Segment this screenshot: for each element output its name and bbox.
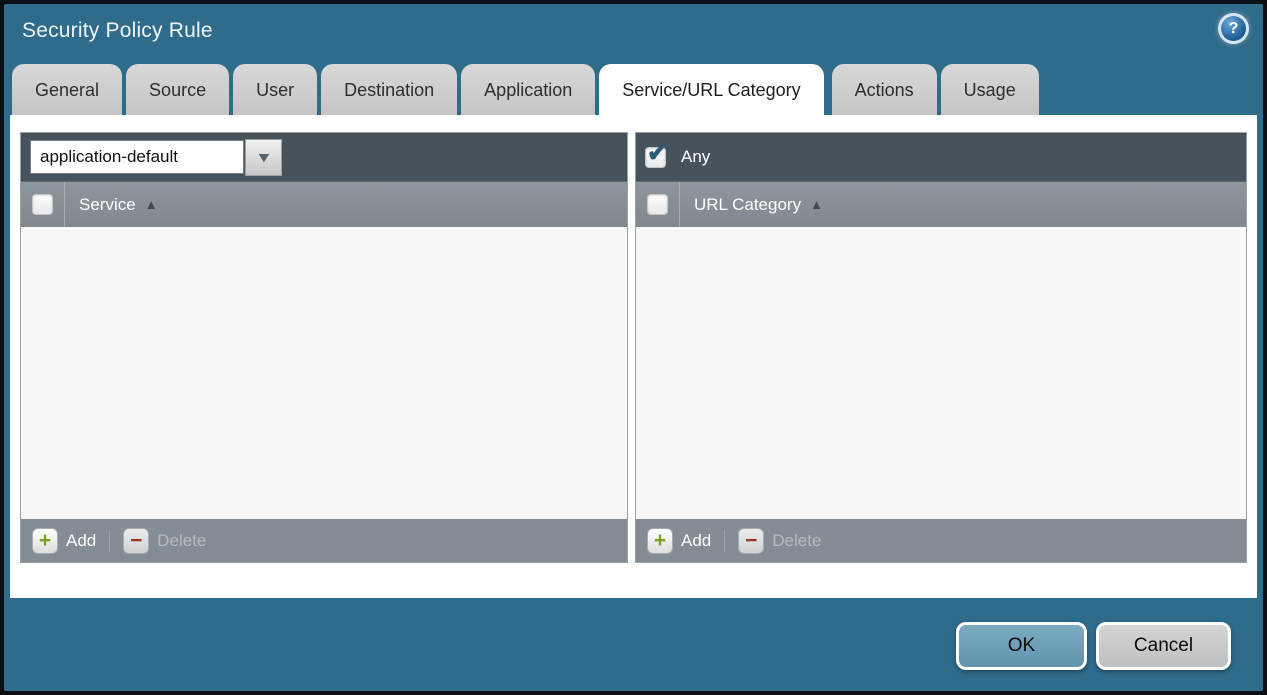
footer-divider	[109, 530, 110, 552]
cancel-button[interactable]: Cancel	[1096, 622, 1231, 670]
dialog-title: Security Policy Rule	[22, 19, 213, 43]
url-category-delete-label: Delete	[772, 531, 821, 551]
service-delete-label: Delete	[157, 531, 206, 551]
add-icon: +	[647, 528, 673, 554]
sort-asc-icon[interactable]: ▲	[810, 197, 823, 212]
url-category-add-button[interactable]: + Add	[647, 528, 711, 554]
sort-asc-icon[interactable]: ▲	[145, 197, 158, 212]
service-footer: + Add − Delete	[21, 519, 627, 562]
service-table-body[interactable]	[21, 227, 627, 519]
any-label: Any	[681, 147, 710, 167]
service-table-header: Service ▲	[21, 181, 627, 227]
url-category-table-header: URL Category ▲	[636, 181, 1246, 227]
delete-icon: −	[123, 528, 149, 554]
security-policy-rule-dialog: Security Policy Rule ? General Source Us…	[0, 0, 1267, 695]
service-type-dropdown[interactable]: application-default ▼	[30, 139, 282, 176]
url-category-panel: ✔ Any URL Category ▲ + Add	[635, 132, 1247, 563]
tab-destination[interactable]: Destination	[321, 64, 457, 115]
delete-icon: −	[738, 528, 764, 554]
tab-general[interactable]: General	[12, 64, 122, 115]
url-category-any-row: ✔ Any	[645, 147, 710, 168]
tab-usage[interactable]: Usage	[941, 64, 1039, 115]
service-delete-button[interactable]: − Delete	[123, 528, 206, 554]
url-category-footer: + Add − Delete	[636, 519, 1246, 562]
service-header-checkbox-cell	[21, 182, 65, 227]
service-add-label: Add	[66, 531, 96, 551]
footer-divider	[724, 530, 725, 552]
add-icon: +	[32, 528, 58, 554]
url-category-delete-button[interactable]: − Delete	[738, 528, 821, 554]
url-category-header-checkbox-cell	[636, 182, 680, 227]
tab-source[interactable]: Source	[126, 64, 229, 115]
url-category-add-label: Add	[681, 531, 711, 551]
tab-actions[interactable]: Actions	[832, 64, 937, 115]
tab-strip: General Source User Destination Applicat…	[12, 64, 1043, 115]
url-category-select-all-checkbox[interactable]	[647, 194, 668, 215]
url-category-toolbar: ✔ Any	[636, 133, 1246, 181]
checkmark-icon: ✔	[647, 139, 667, 168]
tab-user[interactable]: User	[233, 64, 317, 115]
ok-button[interactable]: OK	[956, 622, 1087, 670]
service-type-dropdown-button[interactable]: ▼	[245, 139, 282, 176]
url-category-table-body[interactable]	[636, 227, 1246, 519]
service-toolbar: application-default ▼	[21, 133, 627, 181]
tab-application[interactable]: Application	[461, 64, 595, 115]
help-icon[interactable]: ?	[1218, 13, 1249, 44]
tab-content-service-url-category: application-default ▼ Service ▲ + Add	[10, 115, 1257, 598]
service-panel: application-default ▼ Service ▲ + Add	[20, 132, 628, 563]
service-select-all-checkbox[interactable]	[32, 194, 53, 215]
service-type-dropdown-value[interactable]: application-default	[30, 140, 244, 174]
url-category-column-header: URL Category	[694, 195, 801, 215]
chevron-down-icon: ▼	[254, 149, 272, 165]
help-glyph: ?	[1229, 20, 1239, 38]
any-checkbox[interactable]: ✔	[645, 147, 666, 168]
service-add-button[interactable]: + Add	[32, 528, 96, 554]
tab-service-url-category[interactable]: Service/URL Category	[599, 64, 823, 115]
titlebar: Security Policy Rule ?	[4, 4, 1263, 64]
service-column-header: Service	[79, 195, 136, 215]
